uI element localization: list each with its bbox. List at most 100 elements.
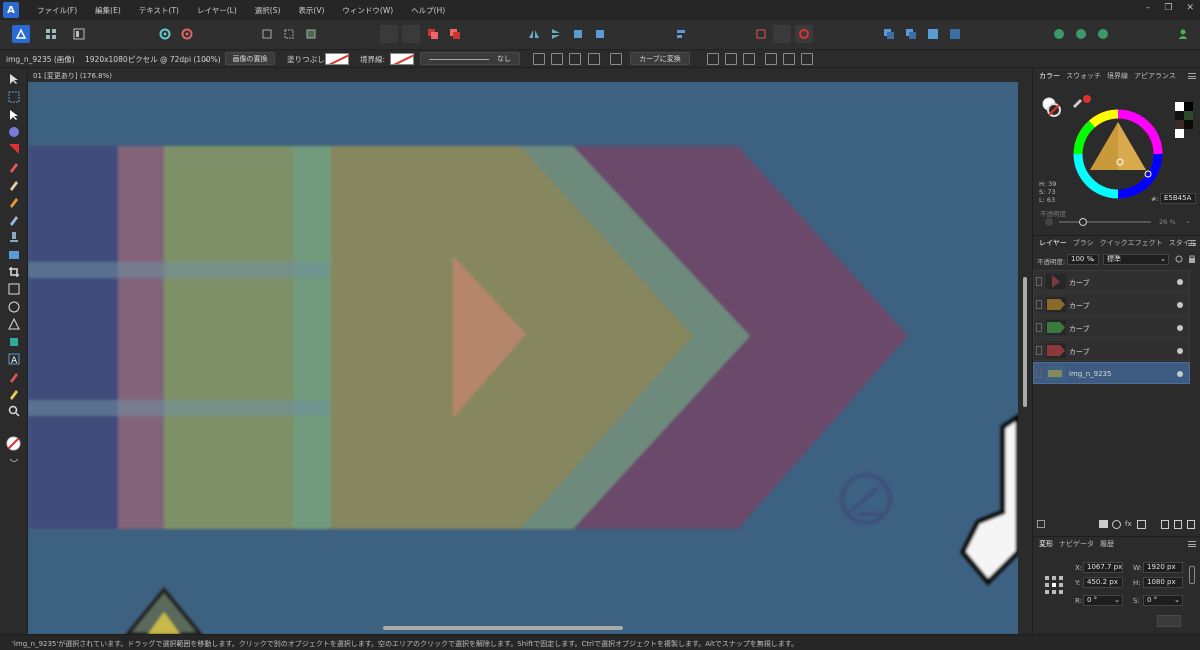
user-account-icon[interactable]: [1174, 25, 1192, 43]
crop-tool-icon[interactable]: [7, 265, 20, 278]
order-back-icon[interactable]: [380, 25, 398, 43]
order-forward-icon[interactable]: [424, 25, 442, 43]
shape-tool-icon[interactable]: [7, 335, 20, 348]
tab-brushes[interactable]: ブラシ: [1073, 238, 1094, 248]
transform-origin-icon[interactable]: [533, 53, 545, 65]
layer-lock-children-icon[interactable]: [1037, 520, 1045, 528]
menu-text[interactable]: テキスト(T): [139, 5, 179, 16]
crop-icon[interactable]: [610, 53, 622, 65]
chevron-down-icon[interactable]: ⌄: [203, 54, 209, 63]
artboard-tool-icon[interactable]: [7, 90, 20, 103]
insert-icon-2[interactable]: [902, 25, 920, 43]
document-tab-title[interactable]: 01 [変更あり] (176.8%): [33, 71, 112, 81]
replace-image-button[interactable]: 画像の置換: [225, 52, 275, 65]
node-tool-icon[interactable]: [7, 108, 20, 121]
distribute-icon[interactable]: [588, 53, 600, 65]
tab-color[interactable]: カラー: [1039, 71, 1060, 81]
color-presets[interactable]: [1175, 102, 1193, 138]
shear-input[interactable]: 0 ° ⌄: [1143, 595, 1183, 606]
menu-help[interactable]: ヘルプ(H): [411, 5, 445, 16]
opacity-chevron-icon[interactable]: ⌄: [1185, 217, 1191, 225]
convert-to-curves-button[interactable]: カーブに変換: [630, 52, 690, 65]
pixel-persona-icon[interactable]: [42, 25, 60, 43]
shape-pink-band[interactable]: [118, 146, 166, 529]
x-input[interactable]: 1067.7 px: [1083, 562, 1123, 573]
delete-layer-icon[interactable]: [1187, 520, 1195, 529]
eyedropper-icon[interactable]: [1071, 94, 1091, 108]
document-setup-icon[interactable]: [156, 25, 174, 43]
pencil-tool-icon[interactable]: [7, 178, 20, 191]
color-panel-menu-icon[interactable]: [1188, 73, 1196, 79]
insert-icon-1[interactable]: [880, 25, 898, 43]
stroke-swatch[interactable]: [390, 53, 414, 65]
color-wheel[interactable]: [1072, 108, 1164, 200]
share-icon-1[interactable]: [1050, 25, 1068, 43]
menu-select[interactable]: 選択(S): [255, 5, 281, 16]
layer-visibility-icon[interactable]: [1036, 300, 1042, 309]
stroke-style-select[interactable]: なし: [420, 52, 520, 65]
layer-visibility-icon[interactable]: [1036, 346, 1042, 355]
layer-lock-icon[interactable]: [1188, 255, 1196, 263]
height-input[interactable]: 1080 px: [1143, 577, 1183, 588]
transform-panel-menu-icon[interactable]: [1188, 541, 1196, 547]
menu-layer[interactable]: レイヤー(L): [197, 5, 237, 16]
rotate-right-icon[interactable]: [591, 25, 609, 43]
contour-tool-icon[interactable]: [7, 125, 20, 138]
align-top-icon[interactable]: [765, 53, 777, 65]
measure-tool-icon[interactable]: [7, 387, 20, 400]
align-h-icon[interactable]: [551, 53, 563, 65]
align-bottom-icon[interactable]: [801, 53, 813, 65]
y-input[interactable]: 450.2 px: [1083, 577, 1123, 588]
fill-stroke-swatch-icon[interactable]: [6, 436, 21, 451]
export-persona-icon[interactable]: [70, 25, 88, 43]
fx-icon[interactable]: fx: [1125, 520, 1132, 528]
fill-swatch[interactable]: [325, 53, 349, 65]
corner-tool-icon[interactable]: [7, 142, 20, 155]
layer-visible-toggle[interactable]: [1177, 371, 1183, 377]
designer-persona-icon[interactable]: [12, 25, 30, 43]
layers-panel-menu-icon[interactable]: [1188, 240, 1196, 246]
opacity-slider-track[interactable]: [1059, 221, 1151, 223]
layer-visibility-icon[interactable]: [1036, 323, 1042, 332]
tab-swatches[interactable]: スウォッチ: [1066, 71, 1101, 81]
tab-history[interactable]: 履歴: [1100, 539, 1114, 549]
restore-icon[interactable]: ❐: [1164, 3, 1172, 13]
tab-transform[interactable]: 変形: [1039, 539, 1053, 549]
ellipse-tool-icon[interactable]: [7, 300, 20, 313]
menu-file[interactable]: ファイル(F): [37, 5, 77, 16]
share-icon-2[interactable]: [1072, 25, 1090, 43]
align-center-icon[interactable]: [725, 53, 737, 65]
vertical-scrollbar[interactable]: [1023, 277, 1027, 407]
zoom-tool-icon[interactable]: [7, 404, 20, 417]
opacity-slider-thumb[interactable]: [1079, 218, 1087, 226]
layer-settings-icon[interactable]: [1175, 255, 1183, 263]
tab-navigator[interactable]: ナビゲータ: [1059, 539, 1094, 549]
tab-stroke[interactable]: 境界線: [1107, 71, 1128, 81]
layer-visibility-icon[interactable]: [1036, 369, 1042, 378]
rectangle-tool-icon[interactable]: [7, 282, 20, 295]
menu-window[interactable]: ウィンドウ(W): [342, 5, 393, 16]
flip-vertical-icon[interactable]: [547, 25, 565, 43]
layer-row[interactable]: カーブ: [1033, 270, 1190, 292]
fill-tool-icon[interactable]: [7, 213, 20, 226]
boolean-disabled-icon[interactable]: [773, 25, 791, 43]
move-tool-icon[interactable]: [7, 72, 20, 85]
shape-green-stripe[interactable]: [293, 146, 333, 529]
adjustment-icon[interactable]: [1112, 520, 1121, 529]
align-v-icon[interactable]: [569, 53, 581, 65]
link-aspect-icon[interactable]: [1189, 566, 1195, 584]
boolean-icon[interactable]: [752, 25, 770, 43]
shape-white-hand[interactable]: [960, 413, 1018, 586]
layer-row-selected[interactable]: img_n_9235: [1033, 362, 1190, 384]
align-icon[interactable]: [672, 25, 690, 43]
tab-quick-effects[interactable]: クイックエフェクト: [1100, 238, 1163, 248]
width-input[interactable]: 1920 px: [1143, 562, 1183, 573]
layer-visible-toggle[interactable]: [1177, 302, 1183, 308]
minimize-icon[interactable]: –: [1146, 3, 1151, 13]
rotation-input[interactable]: 0 ° ⌄: [1083, 595, 1123, 606]
layer-visible-toggle[interactable]: [1177, 279, 1183, 285]
snap-icon-1[interactable]: [258, 25, 276, 43]
canvas[interactable]: [28, 82, 1018, 634]
align-left-icon[interactable]: [707, 53, 719, 65]
triangle-tool-icon[interactable]: [7, 317, 20, 330]
